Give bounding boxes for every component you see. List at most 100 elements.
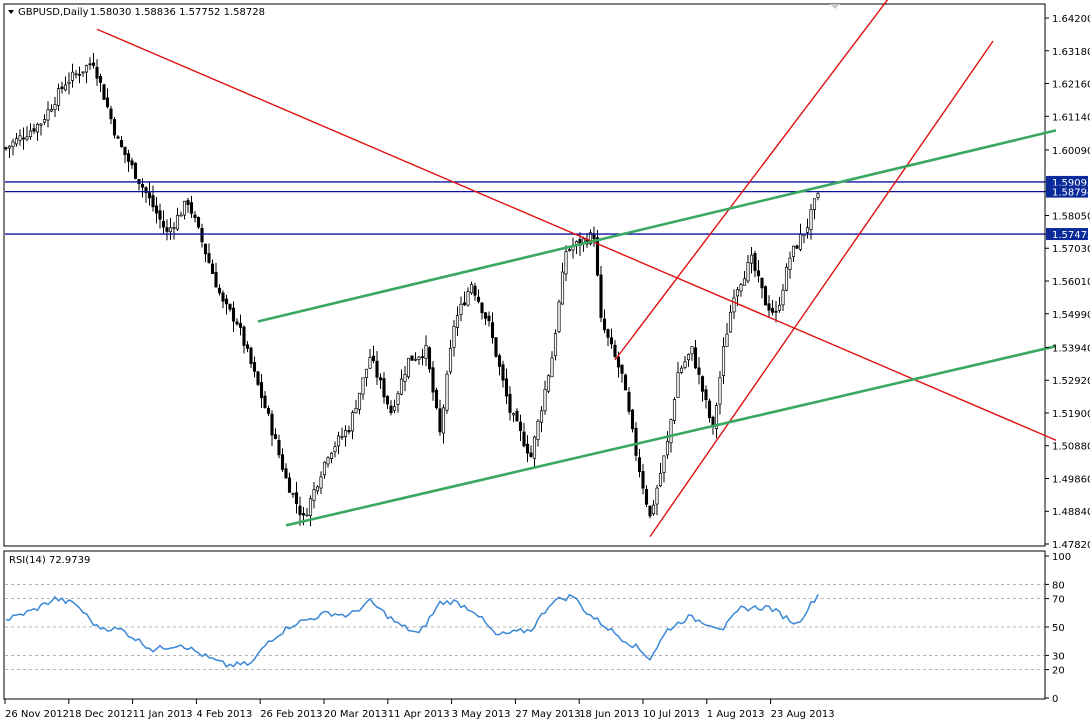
price-pane[interactable] — [3, 3, 1046, 547]
time-tick-label: 10 Jul 2013 — [643, 709, 700, 720]
candle-body — [301, 513, 306, 516]
candle-body — [816, 193, 820, 198]
candle-body — [791, 245, 796, 258]
candle-body — [651, 504, 656, 515]
time-tick-label: 18 Jun 2013 — [579, 709, 639, 720]
candle-body — [606, 329, 610, 338]
candle-body — [375, 360, 379, 378]
candle-body — [627, 391, 631, 412]
time-tick-label: 18 Dec 2012 — [69, 709, 133, 720]
candle-body — [438, 408, 442, 433]
candle-body — [336, 435, 341, 447]
candle-body — [67, 81, 71, 84]
candle-body — [396, 393, 400, 405]
candle-body — [455, 315, 460, 328]
candle-body — [287, 477, 292, 493]
candle-body — [683, 361, 687, 368]
candle-body — [434, 389, 439, 409]
candle-body — [623, 374, 628, 391]
candle-body — [49, 108, 54, 112]
rsi-tick-label: 20 — [1052, 666, 1065, 677]
candle-body — [746, 262, 750, 282]
candle-body — [259, 382, 264, 399]
candle-body — [357, 392, 362, 410]
candle-body — [196, 216, 201, 228]
candle-body — [718, 377, 722, 405]
candle-body — [277, 439, 281, 456]
candle-body — [343, 430, 348, 438]
candle-body — [410, 355, 414, 361]
candle-body — [224, 298, 229, 305]
price-tick-label: 1.62160 — [1052, 80, 1090, 91]
candle-body — [634, 427, 638, 456]
candle-body — [445, 373, 449, 411]
price-tick-label: 1.52920 — [1052, 376, 1090, 387]
rsi-tick-label: 70 — [1052, 595, 1065, 606]
candle-body — [424, 344, 428, 359]
candle-body — [721, 346, 726, 376]
candle-body — [539, 410, 544, 423]
candle-body — [109, 108, 113, 120]
candle-body — [46, 109, 50, 121]
candle-body — [98, 76, 103, 83]
candle-body — [676, 372, 680, 398]
candle-body — [406, 357, 411, 378]
candle-body — [550, 357, 554, 378]
candle-body — [147, 192, 152, 199]
candle-body — [280, 454, 285, 470]
time-tick-label: 11 Jan 2013 — [133, 709, 193, 720]
time-tick-label: 4 Feb 2013 — [196, 709, 252, 720]
time-tick-label: 26 Feb 2013 — [260, 709, 322, 720]
candle-body — [504, 378, 509, 397]
time-tick-label: 26 Nov 2012 — [5, 709, 69, 720]
candle-body — [7, 145, 12, 149]
candle-body — [39, 123, 43, 126]
candle-body — [217, 287, 222, 294]
rsi-pane[interactable] — [3, 550, 1046, 700]
candle-body — [602, 318, 607, 331]
candle-body — [228, 303, 232, 310]
candle-body — [63, 84, 68, 91]
time-tick-label: 27 May 2013 — [515, 709, 580, 720]
candle-body — [658, 472, 663, 487]
candle-body — [637, 457, 642, 473]
candle-body — [249, 347, 253, 364]
rsi-tick-label: 30 — [1052, 651, 1065, 662]
chart-window[interactable]: 1.642001.631801.621601.611401.600901.590… — [0, 0, 1090, 724]
candle-body — [795, 245, 799, 249]
time-tick-label: 11 Apr 2013 — [388, 709, 450, 720]
candle-body — [42, 119, 47, 123]
candle-body — [252, 362, 257, 372]
candle-body — [245, 344, 250, 349]
candle-body — [546, 375, 551, 392]
candle-body — [763, 286, 768, 306]
candle-body — [214, 272, 218, 288]
candle-body — [60, 86, 64, 89]
time-tick-label: 1 Aug 2013 — [707, 709, 765, 720]
rsi-tick-label: 80 — [1052, 580, 1065, 591]
candle-body — [812, 198, 817, 210]
price-tick-label: 1.51900 — [1052, 409, 1090, 420]
candle-body — [427, 347, 432, 370]
candle-body — [662, 455, 666, 473]
candle-body — [298, 505, 302, 516]
candle-body — [739, 284, 743, 292]
candle-body — [4, 147, 8, 150]
candle-body — [53, 104, 57, 111]
candle-body — [767, 303, 771, 311]
candle-body — [697, 367, 701, 375]
candle-body — [564, 251, 568, 275]
candle-body — [11, 141, 15, 147]
candle-body — [91, 62, 96, 66]
candle-body — [140, 183, 145, 188]
candle-body — [441, 407, 446, 434]
candle-body — [487, 315, 491, 322]
candle-body — [193, 214, 197, 219]
candle-body — [609, 337, 614, 345]
candle-body — [179, 214, 183, 217]
candle-body — [350, 412, 355, 432]
candle-body — [256, 371, 260, 385]
candle-body — [431, 367, 435, 393]
candle-body — [32, 128, 36, 132]
candle-body — [490, 322, 495, 338]
